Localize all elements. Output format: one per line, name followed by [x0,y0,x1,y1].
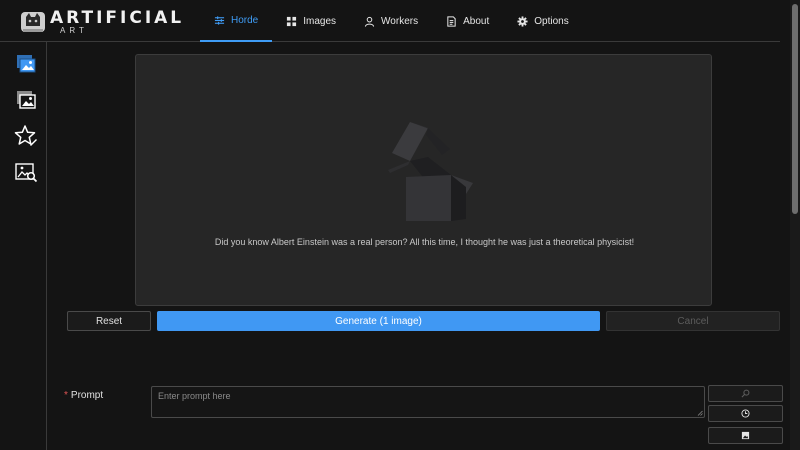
tab-horde[interactable]: Horde [200,0,273,42]
top-bar: ARTIFICIAL ART Horde Images Workers Abou… [0,0,780,42]
page-scrollbar[interactable] [790,0,800,450]
sidebar-item-create[interactable] [14,52,38,76]
gear-icon [517,15,528,27]
resize-grip-icon[interactable] [697,410,703,416]
sidebar-item-gallery[interactable] [14,88,38,112]
logo-title: ARTIFICIAL [50,8,185,28]
scrollbar-thumb[interactable] [792,4,798,214]
tab-about-label: About [463,15,490,27]
app-logo[interactable]: ARTIFICIAL ART [20,8,190,35]
tab-about[interactable]: About [432,0,503,42]
sidebar-item-interrogate[interactable] [14,160,38,184]
loading-tip-text: Did you know Albert Einstein was a real … [214,237,635,247]
cat-logo-icon [21,12,45,32]
prompt-history-button[interactable] [708,405,783,422]
sidebar [0,42,47,450]
image-search-icon [15,163,38,183]
tab-workers-label: Workers [381,15,419,27]
prompt-library-button[interactable] [708,427,783,444]
prompt-search-button[interactable] [708,385,783,402]
grid-icon [287,16,297,26]
prompt-input[interactable] [151,386,705,418]
tab-workers[interactable]: Workers [350,0,432,42]
image-preview-panel: Did you know Albert Einstein was a real … [135,54,712,306]
sliders-icon [214,15,225,25]
required-mark: * [64,390,68,401]
reset-button[interactable]: Reset [67,311,151,331]
document-icon [447,15,456,27]
tab-options-label: Options [534,15,569,27]
logo-subtitle: ART [60,26,88,35]
sidebar-item-rate[interactable] [14,124,38,148]
gallery-icon [17,91,36,109]
image-icon [741,431,750,440]
main-nav: Horde Images Workers About Options [200,0,583,42]
clock-icon [741,409,750,418]
empty-box-illustration [388,122,473,221]
tab-options[interactable]: Options [503,0,582,42]
prompt-label: * Prompt [64,390,103,401]
tab-images-label: Images [303,15,337,27]
tab-images[interactable]: Images [272,0,350,42]
tab-horde-label: Horde [231,14,259,26]
prompt-label-text: Prompt [70,390,104,401]
generate-image-icon [17,55,36,73]
generate-button[interactable]: Generate (1 image) [157,311,600,331]
user-icon [364,16,375,27]
star-edit-icon [14,125,37,146]
search-icon [741,389,750,398]
cancel-button[interactable]: Cancel [606,311,780,331]
